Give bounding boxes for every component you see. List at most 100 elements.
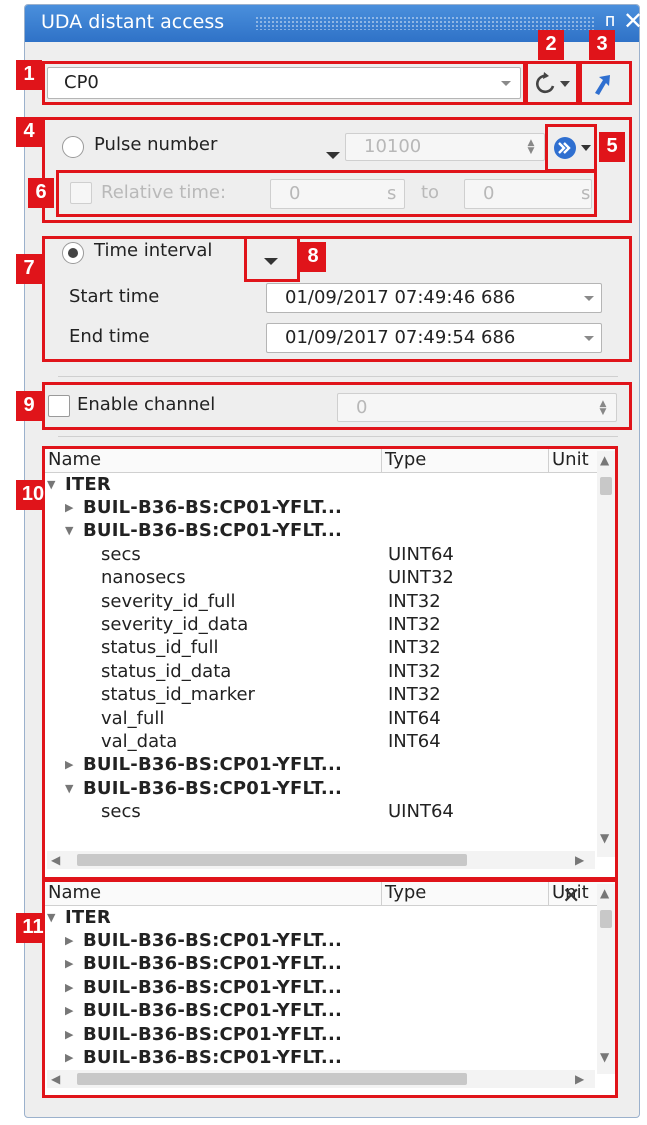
chevron-down-icon — [584, 336, 594, 341]
scroll-thumb[interactable] — [77, 1073, 467, 1085]
marker-4: 4 — [16, 117, 42, 147]
collapsed-arrow-icon[interactable]: ▶ — [65, 981, 73, 994]
pulse-label: Pulse number — [94, 134, 218, 155]
tree-item-name: BUIL-B36-BS:CP01-YFLT... — [83, 953, 343, 975]
pin-icon[interactable]: ᴨ — [605, 10, 615, 31]
tree-root-label: ITER — [65, 474, 111, 495]
tree-item-name: status_id_full — [101, 637, 219, 659]
close-icon[interactable]: ✕ — [623, 7, 643, 35]
pulse-menu-icon[interactable] — [326, 152, 340, 159]
vertical-scrollbar[interactable]: ▲ ▼ — [597, 451, 615, 857]
interval-radio[interactable] — [62, 242, 84, 264]
tree-item-name: BUIL-B36-BS:CP01-YFLT... — [83, 754, 343, 776]
tree-item-name: BUIL-B36-BS:CP01-YFLT... — [83, 497, 343, 518]
source-combo-value: CP0 — [64, 72, 99, 93]
expanded-arrow-icon: ▼ — [47, 911, 56, 924]
column-type[interactable]: Type — [385, 882, 426, 903]
relative-to-label: to — [421, 182, 440, 203]
divider — [58, 376, 618, 377]
tree-item-type: INT32 — [388, 684, 441, 706]
tree-item-name: BUIL-B36-BS:CP01-YFLT... — [83, 930, 343, 951]
column-type[interactable]: Type — [385, 449, 426, 470]
column-name[interactable]: Name — [48, 882, 101, 903]
scroll-thumb[interactable] — [600, 910, 612, 928]
end-time-field[interactable]: 01/09/2017 07:49:54 686 — [266, 323, 602, 353]
column-divider — [381, 882, 382, 906]
tree-item-name: BUIL-B36-BS:CP01-YFLT... — [83, 777, 343, 799]
relative-from-value: 0 — [289, 183, 301, 204]
chevron-down-icon — [584, 296, 594, 301]
collapsed-arrow-icon[interactable]: ▶ — [65, 1028, 73, 1041]
marker-8: 8 — [300, 242, 326, 272]
relative-to-value: 0 — [483, 183, 495, 204]
go-button[interactable] — [550, 131, 594, 165]
pulse-spinbox[interactable]: 10100 ▲ ▼ — [345, 133, 545, 161]
expanded-arrow-icon[interactable]: ▼ — [65, 782, 73, 795]
relative-checkbox[interactable] — [70, 182, 92, 204]
collapsed-arrow-icon[interactable]: ▶ — [65, 501, 73, 514]
relative-from-unit: s — [387, 183, 397, 204]
selected-signal-tree[interactable]: Name Type Unit ✕ ▼ ITER ▶ BUIL-B36-BS:CP0… — [45, 882, 615, 1095]
tree-item-name: secs — [101, 543, 141, 565]
scroll-thumb[interactable] — [600, 477, 612, 495]
horizontal-scrollbar[interactable]: ◀ ▶ — [47, 1070, 595, 1088]
scroll-up-icon[interactable]: ▲ — [600, 453, 609, 467]
tree-item-type: UINT32 — [388, 567, 454, 589]
relative-from-field[interactable]: 0 s — [270, 179, 405, 209]
collapsed-arrow-icon[interactable]: ▶ — [65, 1051, 73, 1064]
tree-item-name: status_id_marker — [101, 684, 255, 706]
title-grip — [255, 16, 595, 30]
interval-label: Time interval — [94, 240, 213, 261]
relative-to-field[interactable]: 0 s — [464, 179, 592, 209]
scroll-up-icon[interactable]: ▲ — [600, 886, 609, 900]
scroll-down-icon[interactable]: ▼ — [600, 831, 609, 845]
tree-item-name: BUIL-B36-BS:CP01-YFLT... — [83, 976, 343, 998]
channel-spinbox[interactable]: 0 ▲ ▼ — [337, 393, 617, 422]
column-divider — [548, 449, 549, 473]
refresh-button[interactable] — [527, 66, 577, 100]
marker-1: 1 — [16, 60, 42, 90]
scroll-thumb[interactable] — [77, 854, 467, 866]
divider — [58, 436, 618, 437]
remove-icon[interactable]: ✕ — [562, 884, 580, 909]
source-combo[interactable]: CP0 — [47, 67, 521, 99]
refresh-icon — [536, 72, 570, 94]
interval-menu-icon[interactable] — [264, 258, 278, 265]
collapsed-arrow-icon[interactable]: ▶ — [65, 934, 73, 947]
tree-item-type: UINT64 — [388, 543, 454, 565]
pulse-radio[interactable] — [62, 136, 84, 158]
tree-item-name: val_data — [101, 731, 178, 752]
signal-tree[interactable]: Name Type Unit ▼ ITER ▶ BUIL-B36-BS:CP01-… — [45, 449, 615, 877]
tree-item-name: BUIL-B36-BS:CP01-YFLT... — [83, 1023, 343, 1045]
column-divider — [381, 449, 382, 473]
spin-arrows-icon: ▲ ▼ — [527, 138, 535, 156]
column-unit[interactable]: Unit — [552, 449, 589, 470]
scroll-left-icon[interactable]: ◀ — [51, 1072, 60, 1086]
collapsed-arrow-icon[interactable]: ▶ — [65, 758, 73, 771]
marker-3: 3 — [589, 30, 615, 60]
enable-channel-checkbox[interactable] — [48, 395, 70, 417]
expanded-arrow-icon[interactable]: ▼ — [65, 524, 73, 537]
open-button[interactable] — [581, 66, 627, 100]
tree-item-type: UINT64 — [388, 801, 454, 823]
horizontal-scrollbar[interactable]: ◀ ▶ — [47, 851, 595, 869]
tree-item-name: val_full — [101, 707, 165, 729]
scroll-right-icon[interactable]: ▶ — [575, 1072, 584, 1086]
column-name[interactable]: Name — [48, 449, 101, 470]
fast-forward-icon — [554, 137, 591, 159]
collapsed-arrow-icon[interactable]: ▶ — [65, 1004, 73, 1017]
relative-label: Relative time: — [101, 182, 227, 203]
tree-item-name: BUIL-B36-BS:CP01-YFLT... — [83, 1000, 343, 1022]
scroll-left-icon[interactable]: ◀ — [51, 853, 60, 867]
start-time-field[interactable]: 01/09/2017 07:49:46 686 — [266, 283, 602, 313]
scroll-down-icon[interactable]: ▼ — [600, 1050, 609, 1064]
marker-9: 9 — [16, 391, 42, 421]
start-time-label: Start time — [69, 286, 160, 307]
expanded-arrow-icon: ▼ — [47, 478, 56, 491]
vertical-scrollbar[interactable]: ▲ ▼ — [597, 884, 615, 1074]
end-time-value: 01/09/2017 07:49:54 686 — [285, 327, 516, 348]
collapsed-arrow-icon[interactable]: ▶ — [65, 957, 73, 970]
tree-item-name: BUIL-B36-BS:CP01-YFLT... — [83, 520, 343, 542]
pulse-value: 10100 — [364, 136, 422, 157]
scroll-right-icon[interactable]: ▶ — [575, 853, 584, 867]
